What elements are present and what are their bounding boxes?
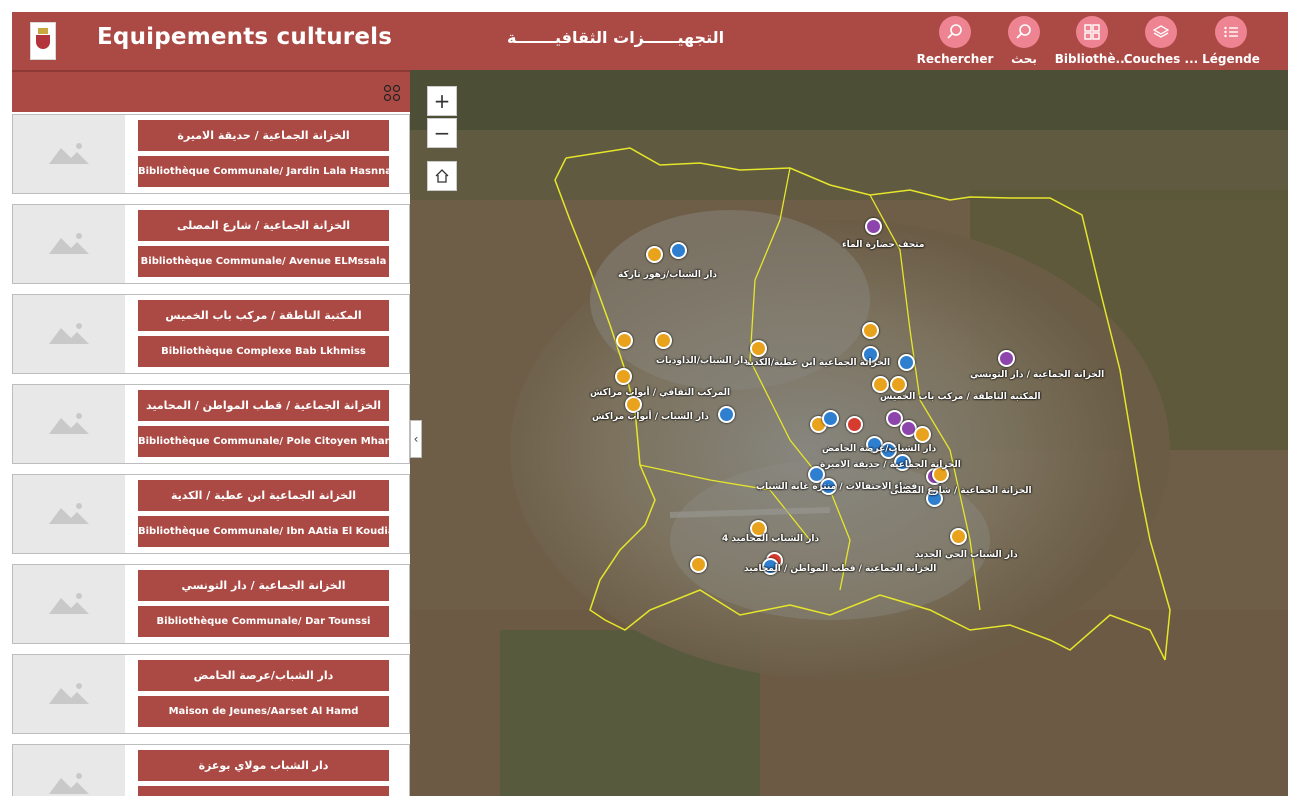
map-marker-pin[interactable] (872, 376, 889, 393)
map-marker-pin[interactable] (862, 322, 879, 339)
map-label: متحف حضارة الماء (842, 240, 925, 250)
search-icon (939, 16, 971, 48)
card-title-french[interactable]: Maison de Jeunes/Aarset Al Hamd (138, 696, 389, 727)
app-window: Equipements culturels التجهيــــــزات ال… (12, 12, 1288, 796)
card-title-arabic[interactable]: دار الشباب مولاي بوعزة (138, 750, 389, 781)
legend-button[interactable]: Légende (1186, 16, 1276, 68)
legend-button-label: Légende (1202, 52, 1260, 66)
map-label: دار الشباب الحي الجديد (915, 550, 1018, 560)
map-label: الخزانة الجماعية / قطب المواطن / المحامي… (744, 564, 937, 574)
thumbnail-placeholder (13, 565, 125, 643)
map-marker-pin[interactable] (615, 368, 632, 385)
image-placeholder-icon (49, 773, 89, 794)
map-marker-pin[interactable] (616, 332, 633, 349)
map-label: دار الشباب / أبواب مراكش (592, 412, 709, 422)
gallery-card[interactable]: دار الشباب مولاي بوعزة (12, 744, 410, 796)
map-marker-pin[interactable] (670, 242, 687, 259)
map-marker-pin[interactable] (914, 426, 931, 443)
map-label: دار الشباب/الداوديات (656, 356, 748, 366)
map-marker-pin[interactable] (646, 246, 663, 263)
card-title-arabic[interactable]: الخزانة الجماعية / قطب المواطن / المحامي… (138, 390, 389, 421)
thumbnail-placeholder (13, 115, 125, 193)
gallery-panel: الخزانة الجماعية / حديقة الاميرة Biblioth… (12, 70, 410, 796)
map-label: الخزانة الجماعية / دار التونسي (970, 370, 1105, 380)
card-title-arabic[interactable]: الخزانة الجماعية ابن عطية / الكدية (138, 480, 389, 511)
collapse-panel-button[interactable]: ‹ (410, 420, 422, 458)
thumbnail-placeholder (13, 295, 125, 373)
map-marker-pin[interactable] (690, 556, 707, 573)
image-placeholder-icon (49, 683, 89, 704)
thumbnail-placeholder (13, 205, 125, 283)
layers-icon (1145, 16, 1177, 48)
map-marker-pin[interactable] (890, 376, 907, 393)
panel-header (12, 70, 410, 112)
zoom-out-button[interactable]: − (427, 118, 457, 148)
thumbnail-placeholder (13, 745, 125, 796)
city-logo (30, 22, 56, 60)
image-placeholder-icon (49, 323, 89, 344)
gallery-card[interactable]: الخزانة الجماعية ابن عطية / الكدية Biblio… (12, 474, 410, 554)
card-title-arabic[interactable]: الخزانة الجماعية / شارع المصلى (138, 210, 389, 241)
gallery-card[interactable]: المكتبة الناطقة / مركب باب الخميس Bibliot… (12, 294, 410, 374)
zoom-in-button[interactable]: + (427, 86, 457, 116)
image-placeholder-icon (49, 233, 89, 254)
thumbnail-placeholder (13, 475, 125, 553)
card-title-french[interactable]: Bibliothèque Communale/ Avenue ELMssala (138, 246, 389, 277)
card-title-arabic[interactable]: الخزانة الجماعية / دار التونسي (138, 570, 389, 601)
card-title-french[interactable]: Bibliothèque Complexe Bab Lkhmiss (138, 336, 389, 367)
map-label: الخزانة الجماعية / حديقة الاميرة (820, 460, 961, 470)
map-marker-pin[interactable] (750, 340, 767, 357)
image-placeholder-icon (49, 143, 89, 164)
map-label: دار الشباب/زهور تاركة (618, 270, 718, 280)
satellite-imagery (410, 70, 1288, 796)
map-view[interactable]: + − ‹ متحف حضارة الماء دار الشباب/زهور تا… (410, 70, 1288, 796)
card-title-french[interactable] (138, 786, 389, 796)
card-title-arabic[interactable]: دار الشباب/عرصة الحامض (138, 660, 389, 691)
map-marker-pin[interactable] (950, 528, 967, 545)
gallery-card[interactable]: الخزانة الجماعية / قطب المواطن / المحامي… (12, 384, 410, 464)
app-header: Equipements culturels التجهيــــــزات ال… (12, 12, 1288, 70)
map-marker-pin[interactable] (625, 396, 642, 413)
card-title-french[interactable]: Bibliothèque Communale/ Pole Citoyen Mha… (138, 426, 389, 457)
gallery-card[interactable]: الخزانة الجماعية / دار التونسي Bibliothèq… (12, 564, 410, 644)
map-label: دار الشباب/عرصة الحامض (822, 444, 937, 454)
map-label: دار الشباب المحاميد 4 (722, 534, 820, 544)
thumbnail-placeholder (13, 655, 125, 733)
app-title: Equipements culturels (97, 24, 393, 50)
gallery-card[interactable]: الخزانة الجماعية / شارع المصلى Bibliothèq… (12, 204, 410, 284)
map-marker-pin[interactable] (898, 354, 915, 371)
legend-icon (1215, 16, 1247, 48)
card-title-french[interactable]: Bibliothèque Communale/ Dar Tounssi (138, 606, 389, 637)
map-marker-pin[interactable] (846, 416, 863, 433)
map-label: الخزانة الجماعية / شارع المصلى (890, 486, 1032, 496)
map-label: المركب الثقافي / أبواب مراكش (590, 388, 731, 398)
image-placeholder-icon (49, 413, 89, 434)
search-icon (1008, 16, 1040, 48)
app-title-arabic: التجهيــــــزات الثقافيـــــــة (507, 28, 725, 47)
map-marker-pin[interactable] (655, 332, 672, 349)
map-label: المكتبة الناطقة / مركب باب الخميس (880, 392, 1041, 402)
map-label: الخزانة الجماعية ابن عطية/الكدية (745, 358, 891, 368)
card-title-french[interactable]: Bibliothèque Communale/ Jardin Lala Hasn… (138, 156, 389, 187)
image-placeholder-icon (49, 593, 89, 614)
home-button[interactable] (427, 161, 457, 191)
thumbnail-placeholder (13, 385, 125, 463)
panel-options-icon[interactable] (383, 84, 401, 102)
card-title-arabic[interactable]: المكتبة الناطقة / مركب باب الخميس (138, 300, 389, 331)
card-title-arabic[interactable]: الخزانة الجماعية / حديقة الاميرة (138, 120, 389, 151)
card-title-french[interactable]: Bibliothèque Communale/ Ibn AAtia El Kou… (138, 516, 389, 547)
map-marker-pin[interactable] (865, 218, 882, 235)
gallery-card[interactable]: دار الشباب/عرصة الحامض Maison de Jeunes/A… (12, 654, 410, 734)
gallery-card[interactable]: الخزانة الجماعية / حديقة الاميرة Biblioth… (12, 114, 410, 194)
map-marker-pin[interactable] (822, 410, 839, 427)
gallery-icon (1076, 16, 1108, 48)
home-icon (434, 165, 450, 189)
image-placeholder-icon (49, 503, 89, 524)
map-marker-pin[interactable] (998, 350, 1015, 367)
map-marker-pin[interactable] (718, 406, 735, 423)
